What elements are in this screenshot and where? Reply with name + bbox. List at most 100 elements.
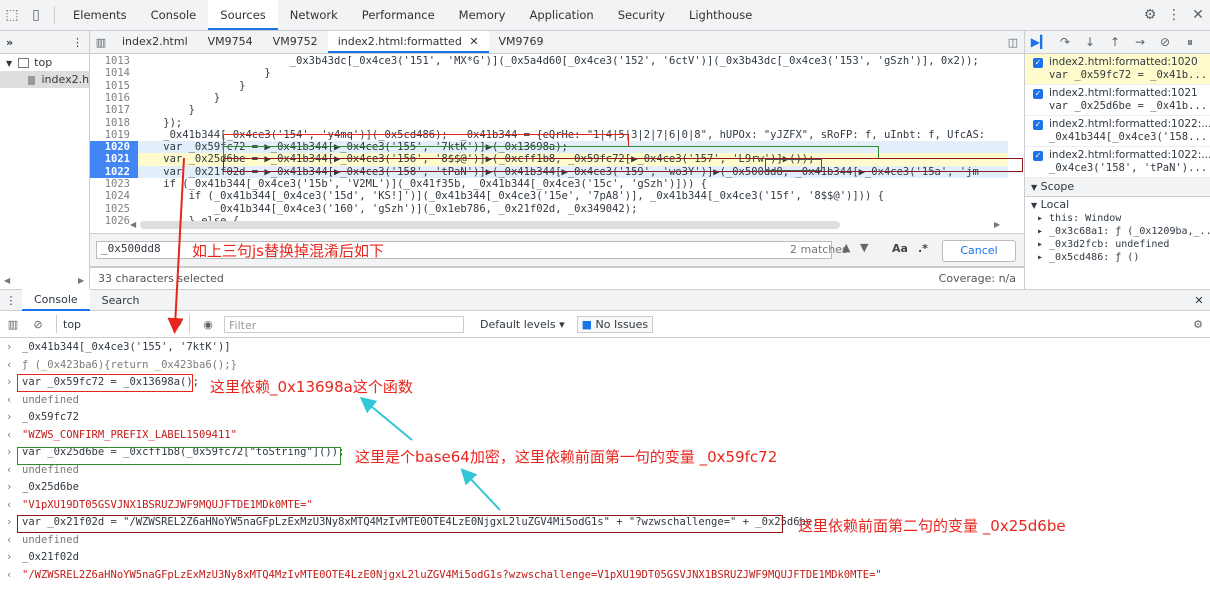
scope-variable[interactable]: ▸ _0x5cd486: ƒ () — [1025, 251, 1210, 264]
code-line[interactable]: 1025 _0x41b344[_0x4ce3('160', 'gSzh')](_… — [90, 203, 1008, 215]
regex-button[interactable]: .* — [918, 242, 928, 255]
scope-header[interactable]: ▼ Scope — [1025, 178, 1210, 197]
code-line[interactable]: 1018 }); — [90, 117, 1008, 129]
tab-elements[interactable]: Elements — [61, 0, 139, 30]
filter-input[interactable]: Filter — [224, 315, 464, 333]
close-icon[interactable]: ✕ — [1186, 3, 1210, 27]
breakpoint-checkbox[interactable]: ✓ — [1033, 151, 1043, 161]
h-scrollbar[interactable] — [140, 221, 840, 229]
search-up-icon[interactable]: ▲ — [842, 241, 850, 254]
console-settings-icon[interactable]: ⚙ — [1186, 318, 1210, 331]
code-line[interactable]: 1016 } — [90, 92, 1008, 104]
more-tabs-icon[interactable]: » — [6, 36, 13, 49]
match-case-button[interactable]: Aa — [892, 242, 908, 255]
code-line[interactable]: 1013 _0x3b43dc[_0x4ce3('151', 'MX*G')](_… — [90, 55, 1008, 67]
line-number[interactable]: 1023 — [90, 178, 138, 190]
code-line[interactable]: 1024 if (_0x41b344[_0x4ce3('15d', 'KS!]'… — [90, 190, 1008, 202]
line-number[interactable]: 1025 — [90, 203, 138, 215]
live-expression-eye-icon[interactable]: ◉ — [196, 318, 220, 331]
step-icon[interactable]: → — [1129, 33, 1151, 51]
editor-tab[interactable]: index2.html — [112, 31, 198, 53]
resume-icon[interactable]: ▶▎ — [1029, 33, 1051, 51]
context-select[interactable]: top ▼ — [63, 318, 183, 331]
scroll-left-icon[interactable]: ◀ — [4, 276, 10, 285]
code-line[interactable]: 1015 } — [90, 80, 1008, 92]
editor-tab[interactable]: VM9769 — [489, 31, 554, 53]
console-output-line[interactable]: ‹ ƒ (_0x423ba6){return _0x423ba6();} — [0, 357, 1210, 374]
line-number[interactable]: 1016 — [90, 92, 138, 104]
tab-lighthouse[interactable]: Lighthouse — [677, 0, 764, 30]
code-line[interactable]: 1017 } — [90, 104, 1008, 116]
breakpoint-line-number[interactable]: 1021 — [90, 153, 138, 166]
console-output-line[interactable]: ‹ "V1pXU19DT05GSVJNX1BSRUZJWF9MQUJFTDE1MD… — [0, 497, 1210, 514]
cancel-button[interactable]: Cancel — [942, 240, 1016, 262]
console-input-line[interactable]: › _0x59fc72 — [0, 409, 1210, 426]
console-input-line[interactable]: › _0x25d6be — [0, 479, 1210, 496]
line-number[interactable]: 1019 — [90, 129, 138, 141]
code-line[interactable]: 1014 } — [90, 67, 1008, 79]
scope-variable[interactable]: ▸ _0x3d2fcb: undefined — [1025, 238, 1210, 251]
breakpoint-item[interactable]: ✓ index2.html:formatted:1021 var _0x25d6be… — [1025, 85, 1210, 116]
search-down-icon[interactable]: ▼ — [860, 241, 868, 254]
editor-tab[interactable]: VM9752 — [263, 31, 328, 53]
navigator-menu-icon[interactable]: ⋮ — [72, 36, 83, 49]
line-number[interactable]: 1015 — [90, 80, 138, 92]
breakpoint-checkbox[interactable]: ✓ — [1033, 120, 1043, 130]
tab-search-drawer[interactable]: Search — [90, 294, 152, 307]
toggle-navigator-icon[interactable]: ▥ — [90, 36, 112, 49]
inspect-icon[interactable]: ⬚ — [0, 3, 24, 27]
breakpoint-item[interactable]: ✓ index2.html:formatted:1022:... _0x41b344… — [1025, 116, 1210, 147]
code-line[interactable]: 1023 if (_0x41b344[_0x4ce3('15b', 'V2ML'… — [90, 178, 1008, 190]
device-toggle-icon[interactable]: ▯ — [24, 3, 48, 27]
console-output-line[interactable]: ‹ "/WZWSREL2Z6aHNoYW5naGFpLzExMzU3Ny8xMTQ… — [0, 567, 1210, 584]
scope-variable[interactable]: ▸ this: Window — [1025, 212, 1210, 225]
issues-button[interactable]: ■ No Issues — [576, 315, 654, 333]
line-number[interactable]: 1014 — [90, 67, 138, 79]
step-out-icon[interactable]: ↑ — [1104, 33, 1126, 51]
scroll-left-icon[interactable]: ◀ — [130, 220, 136, 229]
line-number[interactable]: 1024 — [90, 190, 138, 202]
step-into-icon[interactable]: ↓ — [1079, 33, 1101, 51]
scroll-right-icon[interactable]: ▶ — [994, 220, 1000, 229]
tab-memory[interactable]: Memory — [447, 0, 518, 30]
close-drawer-icon[interactable]: ✕ — [1188, 294, 1210, 307]
tree-item-file[interactable]: index2.html — [0, 71, 89, 88]
console-output-line[interactable]: ‹ undefined — [0, 392, 1210, 409]
breakpoint-checkbox[interactable]: ✓ — [1033, 89, 1043, 99]
tab-console[interactable]: Console — [139, 0, 209, 30]
clear-console-icon[interactable]: ⊘ — [26, 318, 50, 331]
tab-performance[interactable]: Performance — [350, 0, 447, 30]
console-input-line[interactable]: › _0x41b344[_0x4ce3('155', '7ktK')] — [0, 339, 1210, 356]
scroll-right-icon[interactable]: ▶ — [78, 276, 84, 285]
breakpoint-line-number[interactable]: 1020 — [90, 141, 138, 154]
tree-item-top[interactable]: ▼ top — [0, 54, 89, 71]
pause-on-exceptions-icon[interactable]: ⏸ — [1179, 33, 1201, 51]
line-number[interactable]: 1017 — [90, 104, 138, 116]
drawer-menu-icon[interactable]: ⋮ — [0, 294, 22, 307]
line-number[interactable]: 1018 — [90, 117, 138, 129]
settings-gear-icon[interactable]: ⚙ — [1138, 3, 1162, 27]
breakpoint-item[interactable]: ✓ index2.html:formatted:1022:... _0x4ce3('… — [1025, 147, 1210, 178]
breakpoint-item[interactable]: ✓ index2.html:formatted:1020 var _0x59fc72… — [1025, 54, 1210, 85]
breakpoint-checkbox[interactable]: ✓ — [1033, 58, 1043, 68]
console-input-line[interactable]: › _0x21f02d — [0, 549, 1210, 566]
editor-tab[interactable]: VM9754 — [198, 31, 263, 53]
editor-tab-active[interactable]: index2.html:formatted ✕ — [327, 31, 489, 53]
scope-local[interactable]: ▼ Local — [1025, 197, 1210, 212]
tab-network[interactable]: Network — [278, 0, 350, 30]
tab-console-drawer[interactable]: Console — [22, 289, 90, 311]
console-output-line[interactable]: ‹ "WZWS_CONFIRM_PREFIX_LABEL1509411" — [0, 427, 1210, 444]
toggle-debugger-icon[interactable]: ◫ — [1002, 36, 1024, 49]
sidebar-toggle-icon[interactable]: ▥ — [0, 318, 26, 331]
close-tab-icon[interactable]: ✕ — [469, 35, 478, 48]
tab-security[interactable]: Security — [606, 0, 677, 30]
deactivate-breakpoints-icon[interactable]: ⊘ — [1154, 33, 1176, 51]
more-menu-icon[interactable]: ⋮ — [1162, 3, 1186, 27]
breakpoint-line-number[interactable]: 1022 — [90, 165, 138, 178]
tab-application[interactable]: Application — [517, 0, 605, 30]
step-over-icon[interactable]: ↷ — [1054, 33, 1076, 51]
log-levels-select[interactable]: Default levels ▾ — [472, 318, 573, 331]
line-number[interactable]: 1013 — [90, 55, 138, 67]
scope-variable[interactable]: ▸ _0x3c68a1: ƒ (_0x1209ba,_... — [1025, 225, 1210, 238]
tab-sources[interactable]: Sources — [208, 0, 278, 30]
